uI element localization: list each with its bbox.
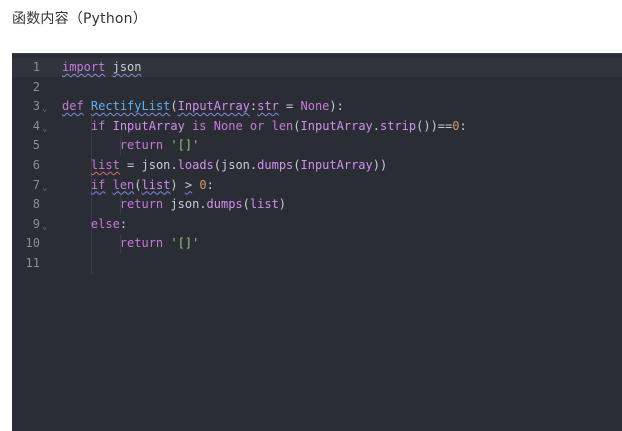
line-number: 5: [32, 138, 40, 153]
code-line[interactable]: 3 ⌄ def RectifyList(InputArray:str = None)…: [12, 97, 622, 116]
line-number: 7: [32, 177, 40, 192]
code-line[interactable]: 5 return '[]': [12, 136, 622, 155]
code-line[interactable]: 4 ⌄ if InputArray is None or len(InputArr…: [12, 117, 622, 136]
line-number: 10: [25, 236, 40, 251]
code-text: if len(list) > 0:: [90, 177, 214, 192]
code-text: def RectifyList(InputArray:str = None):: [62, 99, 344, 114]
code-text: else:: [90, 216, 128, 231]
code-line[interactable]: 1 import json: [12, 58, 622, 77]
code-line[interactable]: 11: [12, 254, 622, 273]
code-text: list = json.loads(json.dumps(InputArray)…: [90, 158, 388, 172]
line-number: 4: [32, 118, 40, 133]
code-text: import json: [62, 60, 142, 74]
code-line[interactable]: 9 ⌄ else:: [12, 215, 622, 234]
code-line[interactable]: 10 return '[]': [12, 234, 622, 253]
line-number: 9: [32, 216, 40, 231]
line-number: 3: [32, 99, 40, 114]
code-text: if InputArray is None or len(InputArray.…: [90, 118, 467, 133]
section-title: 函数内容（Python）: [12, 11, 147, 27]
line-number: 11: [25, 256, 40, 270]
code-line[interactable]: 6 list = json.loads(json.dumps(InputArra…: [12, 156, 622, 175]
line-number: 1: [32, 60, 40, 74]
code-line[interactable]: 7 ⌄ if len(list) > 0:: [12, 176, 622, 195]
code-line[interactable]: 8 return json.dumps(list): [12, 195, 622, 214]
code-text: return json.dumps(list): [119, 197, 287, 212]
line-number: 8: [32, 197, 40, 212]
code-editor[interactable]: 1 import json 2 3 ⌄ def RectifyList(InputArra…: [12, 53, 622, 431]
code-line[interactable]: 2: [12, 78, 622, 97]
code-text: return '[]': [119, 138, 200, 153]
code-text: return '[]': [119, 236, 200, 251]
line-number: 2: [32, 79, 40, 94]
line-number: 6: [32, 158, 40, 172]
